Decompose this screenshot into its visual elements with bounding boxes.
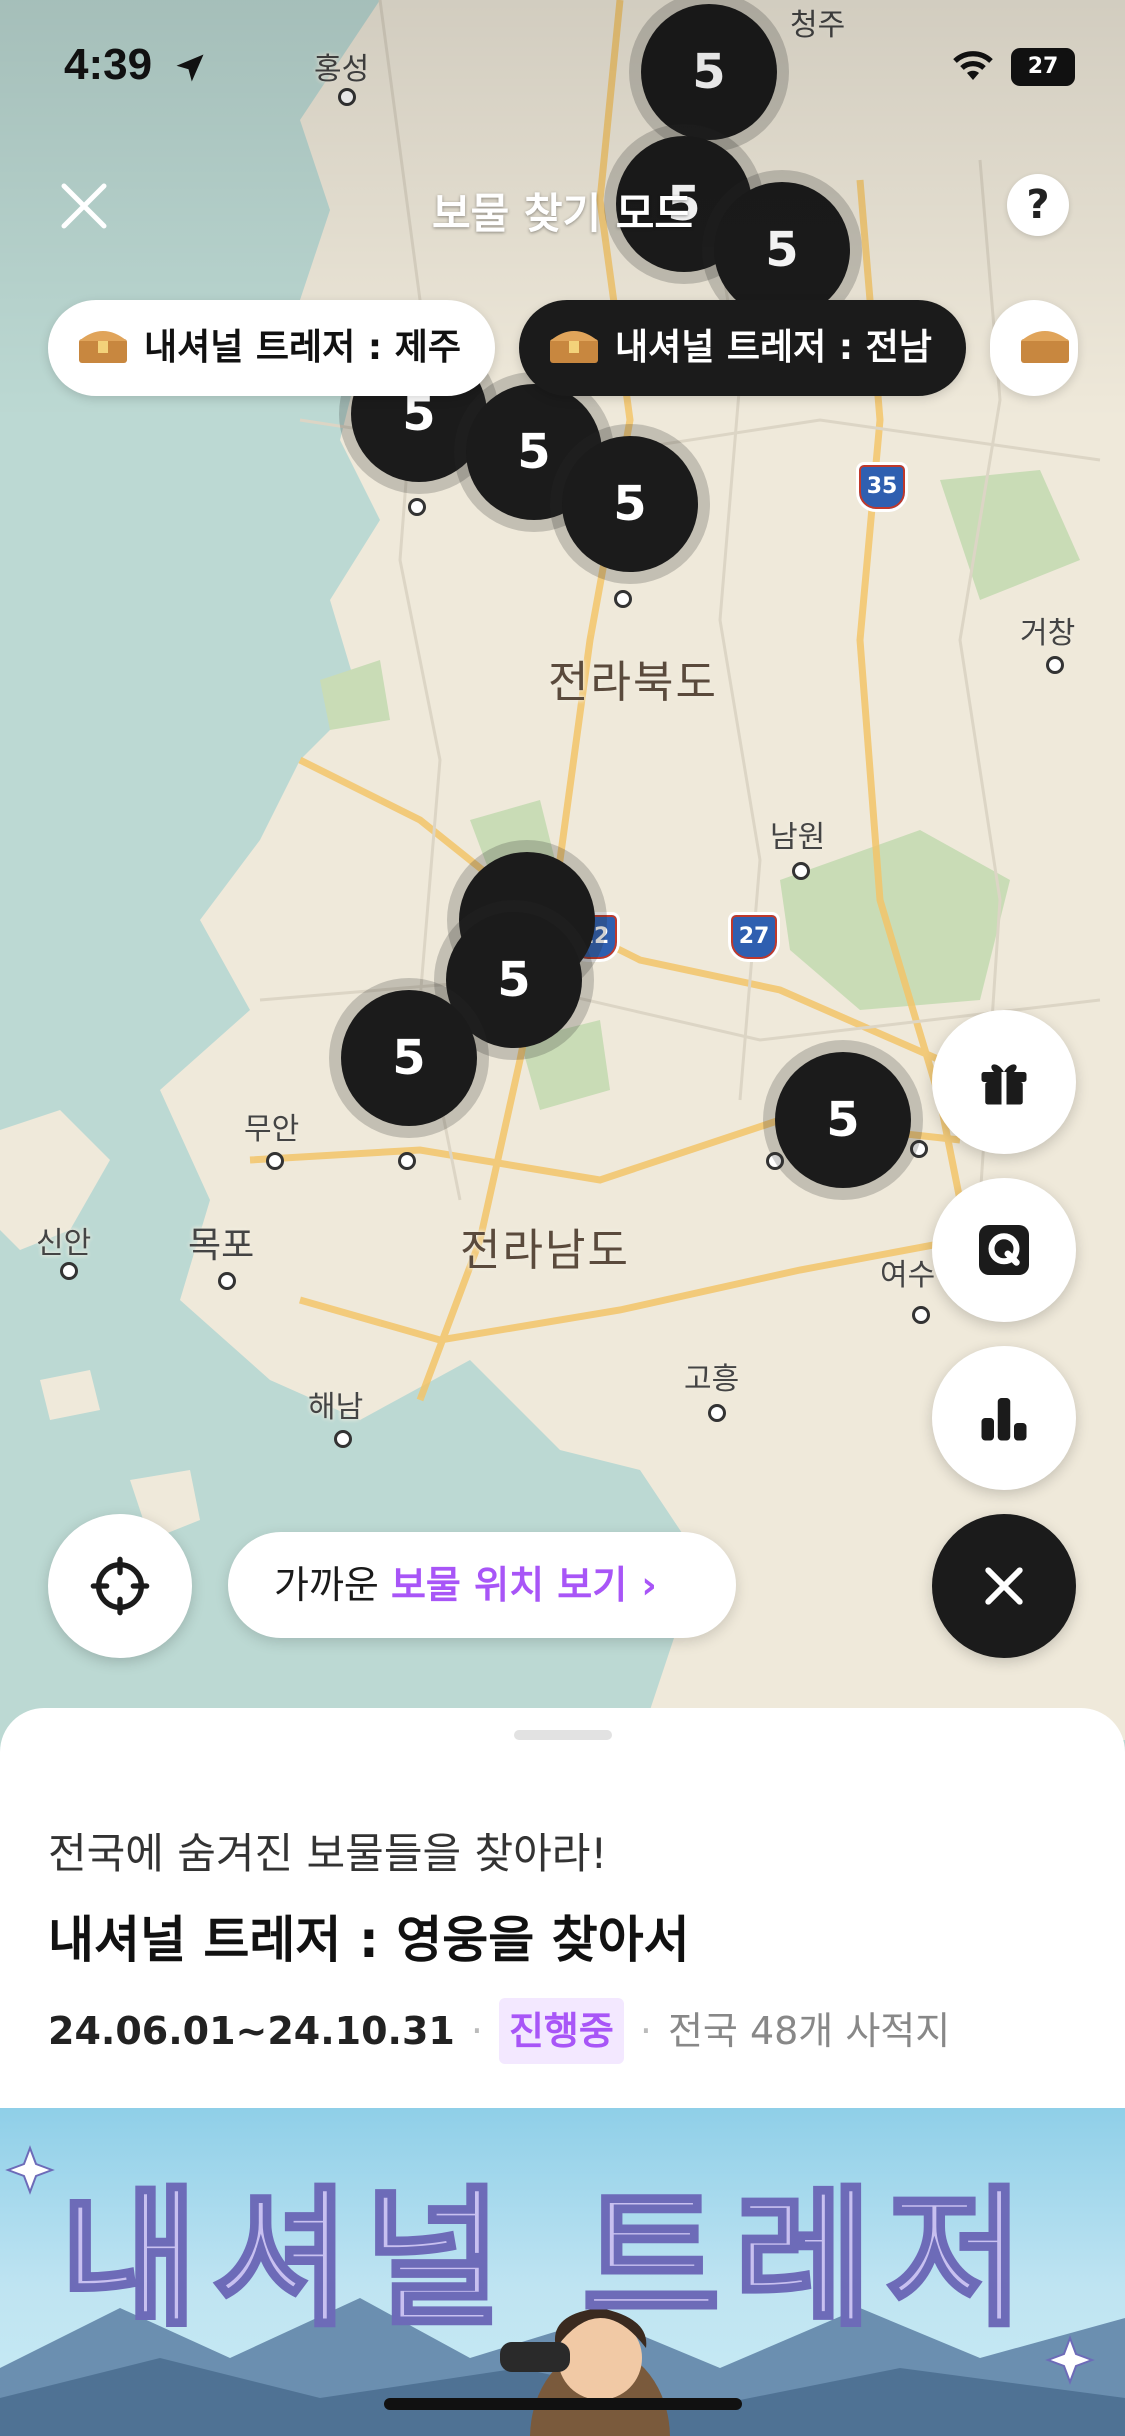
chip-label: 내셔널 트레저 : 전남	[614, 327, 932, 368]
event-title: 내셔널 트레저 : 영웅을 찾아서	[48, 1911, 690, 1969]
place-pin	[218, 1272, 236, 1290]
event-bottom-sheet[interactable]: 전국에 숨겨진 보물들을 찾아라! 내셔널 트레저 : 영웅을 찾아서 24.0…	[0, 1708, 1125, 2436]
place-label: 청주	[790, 8, 846, 43]
nearby-treasure-button[interactable]: 가까운 보물 위치 보기 ›	[228, 1532, 736, 1638]
close-menu-button[interactable]	[932, 1514, 1076, 1658]
place-pin	[398, 1152, 416, 1170]
place-pin	[266, 1152, 284, 1170]
chevron-right-icon: ›	[641, 1563, 657, 1607]
event-location: 전국 48개 사적지	[667, 2009, 951, 2053]
treasure-cluster[interactable]: 5	[775, 1052, 911, 1188]
place-pin	[912, 1306, 930, 1324]
event-meta: 24.06.01~24.10.31 · 진행중 · 전국 48개 사적지	[48, 1998, 950, 2064]
event-subtitle: 전국에 숨겨진 보물들을 찾아라!	[48, 1829, 608, 1878]
place-pin	[408, 498, 426, 516]
battery-indicator: 27	[1011, 48, 1075, 86]
event-date: 24.06.01~24.10.31	[48, 2009, 455, 2053]
separator-dot: ·	[470, 2009, 483, 2053]
event-banner[interactable]: 내셔널 트레저	[0, 2108, 1125, 2436]
chip-jeonnam[interactable]: 내셔널 트레저 : 전남	[518, 300, 966, 396]
bar-chart-icon	[981, 1398, 1027, 1441]
place-label: 남원	[770, 820, 826, 855]
treasure-chest-icon	[549, 331, 598, 363]
map-view[interactable]: 홍성 청주 거창 전라북도 남원 무안 신안 목포 전라남도 여수 해남 고흥 …	[0, 0, 1125, 1740]
event-chip-row: 내셔널 트레저 : 제주 내셔널 트레저 : 전남	[48, 300, 1102, 396]
place-label: 무안	[244, 1112, 300, 1147]
ranking-button[interactable]	[932, 1346, 1076, 1490]
help-button[interactable]: ?	[1007, 174, 1069, 236]
place-pin	[614, 590, 632, 608]
chip-label: 내셔널 트레저 : 제주	[144, 327, 461, 368]
highway-shield: 27	[728, 912, 780, 962]
place-pin	[1046, 656, 1064, 674]
status-bar: 4:39 27	[0, 40, 1125, 100]
wifi-icon	[953, 51, 993, 80]
region-label: 전라북도	[548, 657, 718, 708]
place-pin	[334, 1430, 352, 1448]
location-arrow-icon	[176, 54, 204, 82]
close-icon	[985, 1567, 1023, 1605]
place-pin	[910, 1140, 928, 1158]
treasure-chest-icon	[1020, 331, 1069, 363]
place-label: 신안	[36, 1226, 92, 1261]
place-pin	[60, 1262, 78, 1280]
my-location-button[interactable]	[48, 1514, 192, 1658]
separator-dot: ·	[639, 2009, 652, 2053]
place-label: 거창	[1020, 616, 1076, 651]
place-label: 고흥	[684, 1362, 740, 1397]
banner-title: 내셔널 트레저	[58, 2171, 1039, 2349]
home-indicator	[384, 2398, 742, 2410]
gift-icon	[981, 1064, 1027, 1105]
status-badge: 진행중	[498, 1998, 624, 2064]
chip-jeju[interactable]: 내셔널 트레저 : 제주	[48, 300, 495, 396]
nearby-prefix: 가까운	[274, 1563, 391, 1607]
page-title: 보물 찾기 모드	[431, 189, 694, 238]
treasure-cluster[interactable]: 5	[341, 990, 477, 1126]
crosshair-icon	[90, 1556, 150, 1616]
treasure-cluster[interactable]: 5	[562, 436, 698, 572]
region-label: 전라남도	[460, 1225, 630, 1276]
gift-button[interactable]	[932, 1010, 1076, 1154]
nearby-accent: 보물 위치 보기	[390, 1563, 628, 1607]
status-time: 4:39	[64, 40, 153, 89]
quiz-q-icon	[979, 1225, 1029, 1275]
header-bar: 보물 찾기 모드 ?	[0, 170, 1125, 240]
place-pin	[766, 1152, 784, 1170]
place-label: 해남	[308, 1390, 364, 1425]
place-label: 목포	[188, 1225, 255, 1266]
chip-next[interactable]	[989, 300, 1078, 396]
place-pin	[792, 862, 810, 880]
highway-shield: 35	[856, 462, 908, 512]
treasure-chest-icon	[79, 331, 127, 363]
quiz-button[interactable]	[932, 1178, 1076, 1322]
sheet-drag-handle[interactable]	[514, 1730, 612, 1740]
place-pin	[708, 1404, 726, 1422]
place-label: 여수	[880, 1258, 936, 1293]
